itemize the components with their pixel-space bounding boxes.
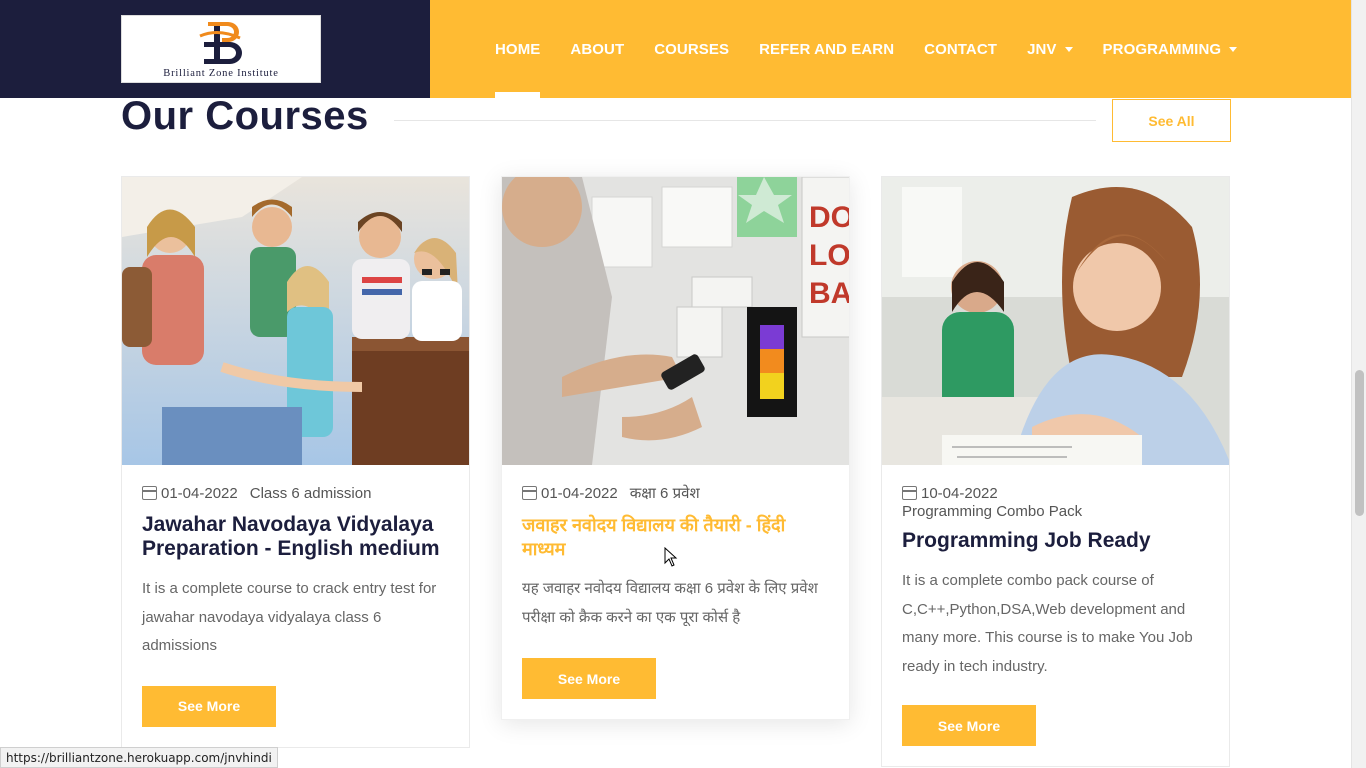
calendar-icon: [142, 486, 157, 500]
course-card: 10-04-2022 Programming Combo Pack Progra…: [881, 176, 1230, 767]
course-description: यह जवाहर नवोदय विद्यालय कक्षा 6 प्रवेश क…: [522, 580, 818, 626]
nav-programming-dropdown[interactable]: PROGRAMMING: [1103, 0, 1238, 98]
see-more-button[interactable]: See More: [142, 685, 276, 727]
course-card: DON LOO BAC 01-04-2022 कक्षा 6 प्रवेश जव…: [501, 176, 850, 720]
course-description: It is a complete course to crack entry t…: [142, 580, 437, 654]
course-card: 01-04-2022 Class 6 admission Jawahar Nav…: [121, 176, 470, 748]
svg-text:BAC: BAC: [809, 277, 849, 310]
status-bar-url: https://brilliantzone.herokuapp.com/jnvh…: [0, 747, 278, 768]
main-nav: HOME ABOUT COURSES REFER AND EARN CONTAC…: [480, 0, 1252, 98]
logo-text: Brilliant Zone Institute: [163, 68, 279, 79]
svg-text:DON: DON: [809, 201, 849, 234]
course-card-body: 10-04-2022 Programming Combo Pack Progra…: [882, 465, 1229, 766]
course-card-body: 01-04-2022 कक्षा 6 प्रवेश जवाहर नवोदय वि…: [502, 465, 849, 719]
scrollbar-thumb[interactable]: [1355, 370, 1364, 516]
see-more-button[interactable]: See More: [902, 705, 1036, 746]
course-description: It is a complete combo pack course of C,…: [902, 572, 1193, 675]
course-category: Programming Combo Pack: [902, 503, 1083, 520]
course-date: 10-04-2022: [921, 485, 998, 502]
nav-home[interactable]: HOME: [495, 0, 541, 98]
mouse-cursor-icon: [664, 547, 678, 567]
calendar-icon: [522, 486, 537, 500]
logo[interactable]: Brilliant Zone Institute: [121, 15, 321, 83]
course-meta: 10-04-2022 Programming Combo Pack: [902, 485, 1209, 521]
site-header: Brilliant Zone Institute HOME ABOUT COUR…: [0, 0, 1351, 98]
header-brand-area: Brilliant Zone Institute: [0, 0, 430, 98]
course-image-study[interactable]: [882, 177, 1229, 465]
phone-photo: DON LOO BAC: [502, 177, 849, 465]
course-category: Class 6 admission: [249, 485, 372, 502]
study-photo: [882, 177, 1229, 465]
course-meta: 01-04-2022 Class 6 admission: [142, 485, 449, 503]
course-category: कक्षा 6 प्रवेश: [629, 485, 700, 502]
nav-about[interactable]: ABOUT: [570, 0, 624, 98]
nav-jnv-dropdown[interactable]: JNV: [1027, 0, 1073, 98]
course-image-students[interactable]: [122, 177, 469, 465]
course-meta: 01-04-2022 कक्षा 6 प्रवेश: [522, 485, 829, 503]
see-all-button[interactable]: See All: [1112, 99, 1231, 142]
course-title[interactable]: Jawahar Navodaya Vidyalaya Preparation -…: [142, 513, 449, 561]
svg-text:LOO: LOO: [809, 239, 849, 272]
caret-down-icon: [1229, 46, 1238, 52]
nav-contact[interactable]: CONTACT: [924, 0, 997, 98]
students-photo: [122, 177, 469, 465]
course-date: 01-04-2022: [541, 485, 618, 502]
caret-down-icon: [1064, 46, 1073, 52]
course-date: 01-04-2022: [161, 485, 238, 502]
section-divider: [394, 120, 1096, 121]
see-more-button[interactable]: See More: [522, 658, 656, 699]
logo-mark-icon: [199, 22, 242, 64]
course-card-body: 01-04-2022 Class 6 admission Jawahar Nav…: [122, 465, 469, 747]
section-title: Our Courses: [121, 94, 369, 138]
nav-refer-and-earn[interactable]: REFER AND EARN: [759, 0, 894, 98]
page-scrollbar[interactable]: [1351, 0, 1366, 768]
course-image-phone[interactable]: DON LOO BAC: [502, 177, 849, 465]
nav-courses[interactable]: COURSES: [654, 0, 729, 98]
course-title[interactable]: Programming Job Ready: [902, 529, 1209, 553]
course-date-row: 10-04-2022: [902, 485, 998, 503]
calendar-icon: [902, 486, 917, 500]
